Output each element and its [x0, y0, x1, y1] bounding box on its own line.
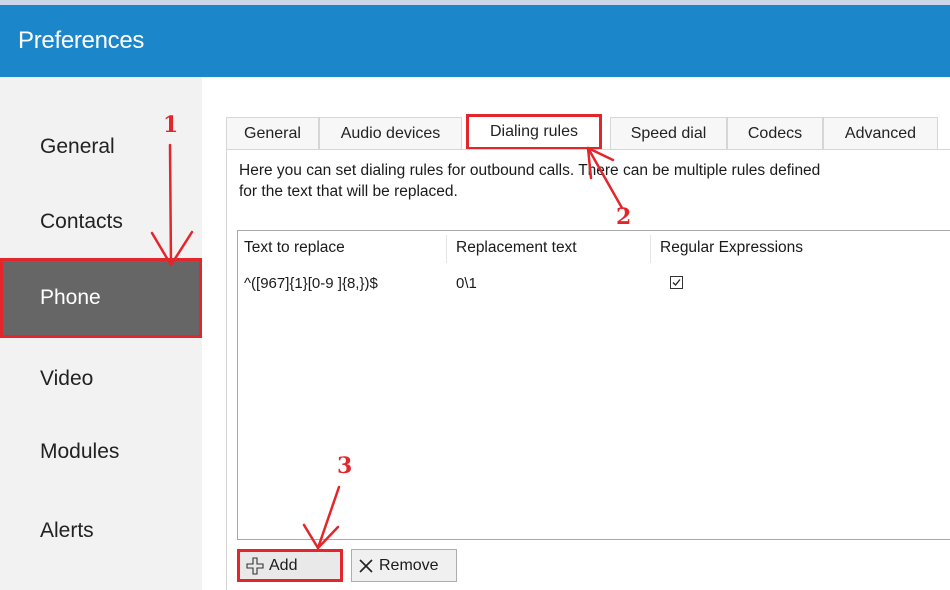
add-button-label: Add [269, 556, 298, 574]
add-button[interactable]: Add [237, 549, 343, 582]
cell-replacement-text[interactable]: 0\1 [456, 275, 477, 292]
remove-button-label: Remove [379, 556, 439, 574]
column-separator [446, 235, 447, 263]
remove-button[interactable]: Remove [351, 549, 457, 582]
annotation-step-2: 2 [616, 204, 632, 230]
tab-label: Dialing rules [489, 123, 579, 140]
tab-label: General [244, 124, 301, 142]
sidebar-item-label: Video [40, 367, 94, 390]
title-bar: Preferences [0, 5, 950, 77]
tab-audio-devices[interactable]: Audio devices [319, 117, 462, 149]
sidebar-item-phone[interactable]: Phone [0, 258, 202, 338]
sidebar-item-label: Contacts [40, 210, 123, 233]
dialing-rules-description: Here you can set dialing rules for outbo… [239, 160, 950, 202]
sidebar-item-contacts[interactable]: Contacts [0, 182, 202, 262]
sidebar-item-label: Phone [40, 286, 101, 309]
x-icon [359, 558, 373, 573]
regular-expressions-checkbox[interactable] [670, 276, 683, 289]
tab-speed-dial[interactable]: Speed dial [610, 117, 727, 149]
tab-general[interactable]: General [226, 117, 319, 149]
description-line: for the text that will be replaced. [239, 183, 458, 200]
annotation-step-1: 1 [163, 112, 179, 138]
column-header-replacement-text[interactable]: Replacement text [456, 239, 577, 261]
tab-label: Speed dial [630, 124, 707, 142]
sidebar-item-modules[interactable]: Modules [0, 412, 202, 492]
sidebar-item-label: Modules [40, 440, 120, 463]
column-header-text-to-replace[interactable]: Text to replace [244, 239, 345, 261]
annotation-step-3: 3 [337, 453, 353, 479]
sidebar-item-alerts[interactable]: Alerts [0, 491, 202, 571]
tab-label: Audio devices [340, 124, 441, 142]
column-separator [650, 235, 651, 263]
column-header-regular-expressions[interactable]: Regular Expressions [660, 239, 803, 261]
description-line: Here you can set dialing rules for outbo… [239, 162, 821, 179]
tab-label: Codecs [747, 124, 803, 142]
checkmark-icon [672, 279, 681, 286]
sidebar: General Contacts Phone Video Modules Ale… [0, 77, 202, 590]
dialing-rules-panel: Here you can set dialing rules for outbo… [226, 149, 950, 590]
cell-text-to-replace[interactable]: ^([967]{1}[0-9 ]{8,})$ [244, 275, 378, 292]
sidebar-item-label: General [40, 135, 115, 158]
tab-advanced[interactable]: Advanced [823, 117, 938, 149]
window-title: Preferences [18, 27, 145, 54]
tab-dialing-rules[interactable]: Dialing rules [466, 114, 602, 150]
preferences-content: General Audio devices Dialing rules Spee… [202, 77, 950, 590]
sidebar-item-label: Alerts [40, 519, 94, 542]
tab-codecs[interactable]: Codecs [727, 117, 823, 149]
plus-icon [246, 556, 264, 575]
dialing-rules-table: Text to replace Replacement text Regular… [237, 230, 950, 540]
sidebar-item-video[interactable]: Video [0, 339, 202, 419]
tab-label: Advanced [844, 124, 917, 142]
